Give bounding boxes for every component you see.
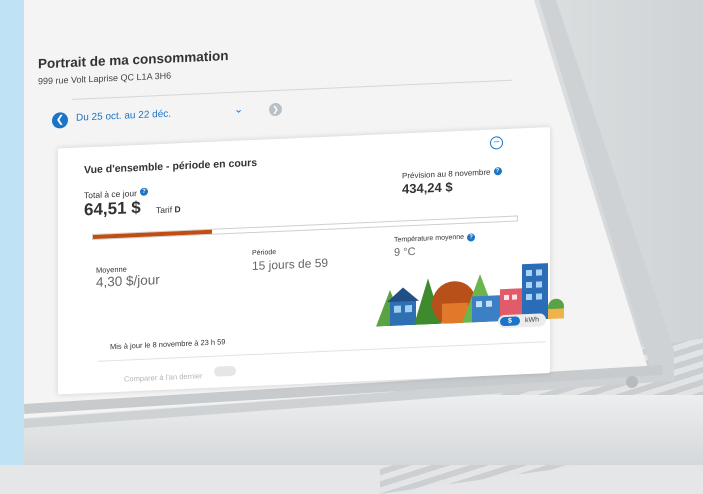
chevron-down-icon[interactable]: ⌄ xyxy=(234,102,243,115)
last-updated: Mis à jour le 8 novembre à 23 h 59 xyxy=(110,337,226,352)
period-selector-label[interactable]: Du 25 oct. au 22 déc. xyxy=(76,109,171,124)
chevron-right-icon[interactable]: ❯ xyxy=(269,102,282,117)
account-address: 999 rue Volt Laprise QC L1A 3H6 xyxy=(38,70,172,87)
chevron-left-icon[interactable]: ❮ xyxy=(52,112,68,129)
screen-content: Portrait de ma consommation 999 rue Volt… xyxy=(24,0,644,420)
unit-toggle[interactable]: $ kWh xyxy=(498,313,546,329)
temperature-value: 9 °C xyxy=(394,245,416,259)
help-icon[interactable]: ? xyxy=(139,187,148,196)
divider xyxy=(72,79,512,100)
side-band xyxy=(0,0,24,465)
minus-circle-icon[interactable]: – xyxy=(490,136,503,150)
total-value: 64,51 $ xyxy=(84,197,141,220)
compare-toggle[interactable] xyxy=(214,365,236,377)
progress-fill xyxy=(93,229,212,239)
temperature-label-text: Température moyenne xyxy=(394,233,465,244)
help-icon[interactable]: ? xyxy=(493,167,502,176)
unit-dollar-option[interactable]: $ xyxy=(500,316,520,327)
tarif-code: D xyxy=(174,204,181,215)
compare-label: Comparer à l'an dernier xyxy=(124,371,203,384)
overview-card: Vue d'ensemble - période en cours – Tota… xyxy=(58,127,564,395)
period-label: Période xyxy=(252,248,277,258)
help-icon[interactable]: ? xyxy=(467,233,476,242)
tarif-label: Tarif xyxy=(156,204,173,216)
tarif: Tarif D xyxy=(156,204,181,215)
average-value: 4,30 $/jour xyxy=(96,272,160,290)
unit-kwh-option[interactable]: kWh xyxy=(525,316,539,326)
card-title: Vue d'ensemble - période en cours xyxy=(84,156,258,177)
page-title: Portrait de ma consommation xyxy=(38,48,229,72)
period-value: 15 jours de 59 xyxy=(252,255,329,274)
forecast-value: 434,24 $ xyxy=(402,179,453,197)
temperature-label: Température moyenne? xyxy=(394,233,476,245)
